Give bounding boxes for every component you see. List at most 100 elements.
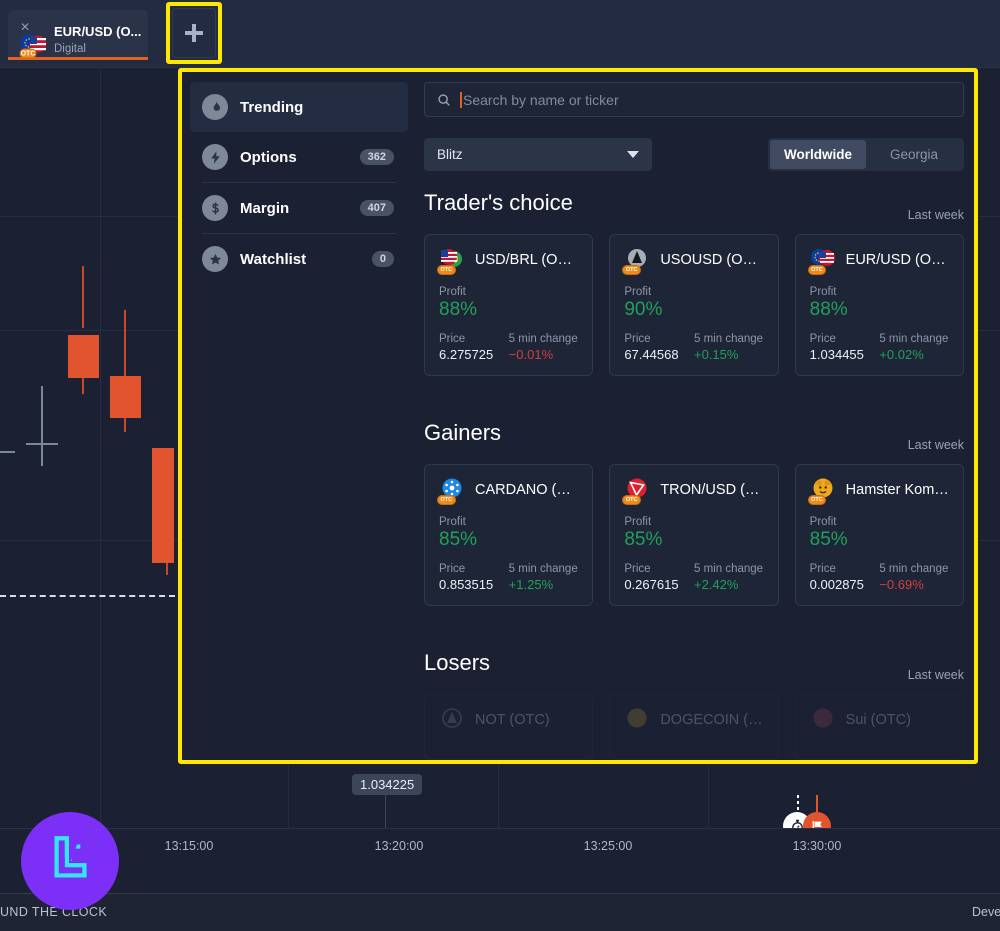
sidebar-item-label: Trending <box>240 98 304 116</box>
usousd-otc-icon: OTC <box>622 247 650 275</box>
otc-badge: OTC <box>622 495 641 505</box>
card-header: DOGECOIN (O... <box>624 707 764 733</box>
change-value: +2.42% <box>694 577 739 592</box>
change-value: −0.69% <box>879 577 924 592</box>
asset-card[interactable]: OTC USD/BRL (OTC) Profit 88% Price 6.275… <box>424 234 594 376</box>
price-column: Price 0.002875 <box>810 563 880 592</box>
time-label: 13:30:00 <box>792 839 842 853</box>
change-value: −0.01% <box>508 347 554 362</box>
card-header: OTC CARDANO (OTC) <box>437 477 578 505</box>
price-column: Price 6.275725 <box>439 333 509 362</box>
price-value: 6.275725 <box>439 347 494 362</box>
sidebar-item-options[interactable]: Options 362 <box>190 132 408 182</box>
sidebar-item-margin[interactable]: Margin 407 <box>190 183 408 233</box>
candle-wick <box>124 418 126 432</box>
region-toggle[interactable]: Worldwide Georgia <box>768 138 964 171</box>
profit-value: 85% <box>624 529 663 550</box>
asset-tab-title: EUR/USD (O... <box>54 24 142 39</box>
not-otc-icon <box>439 707 465 733</box>
card-list: NOT (OTC) DOGECOIN (O... Sui (OTC) <box>424 694 964 760</box>
change-column: 5 min change +1.25% <box>509 563 579 592</box>
card-footer: Price 1.034455 5 min change +0.02% <box>810 333 949 362</box>
search-input[interactable]: Search by name or ticker <box>424 82 964 117</box>
close-icon[interactable]: ✕ <box>19 21 31 33</box>
asset-name: USOUSD (OTC) <box>660 252 764 268</box>
asset-card[interactable]: DOGECOIN (O... <box>609 694 779 760</box>
section-period: Last week <box>907 668 964 682</box>
price-label: Price <box>624 333 651 345</box>
price-label: Price <box>439 333 466 345</box>
search-placeholder: Search by name or ticker <box>463 91 619 108</box>
eur-usd-otc-icon: OTC <box>807 247 836 275</box>
price-column: Price 1.034455 <box>810 333 880 362</box>
asset-tab[interactable]: ✕ OTC EUR/USD (O... Digital <box>8 10 148 60</box>
asset-tab-text: EUR/USD (O... Digital <box>54 24 146 57</box>
price-value: 1.034455 <box>809 347 864 362</box>
section-header: Gainers Last week <box>424 420 964 454</box>
card-footer: Price 0.267615 5 min change +2.42% <box>624 563 763 592</box>
change-label: 5 min change <box>879 563 949 575</box>
profit-label: Profit <box>624 286 652 298</box>
change-label: 5 min change <box>508 333 578 345</box>
profit-label: Profit <box>809 516 837 528</box>
otc-badge: OTC <box>437 265 456 275</box>
hamster-kombat-otc-icon: OTC <box>807 477 836 505</box>
card-list: OTC USD/BRL (OTC) Profit 88% Price 6.275… <box>424 234 964 376</box>
change-value: +0.02% <box>879 347 924 362</box>
region-option-georgia[interactable]: Georgia <box>866 140 962 169</box>
price-marker-left <box>0 451 15 453</box>
crosshair-vertical <box>41 386 43 466</box>
asset-name: TRON/USD (O... <box>660 482 764 498</box>
eurusd-otc-flag-icon: OTC <box>18 34 48 60</box>
sidebar-item-watchlist[interactable]: Watchlist 0 <box>190 234 408 284</box>
candle-body <box>110 376 141 418</box>
card-footer: Price 6.275725 5 min change −0.01% <box>439 333 578 362</box>
asset-card[interactable]: OTC CARDANO (OTC) Profit 85% Price 0.853… <box>424 464 594 606</box>
sidebar-item-trending[interactable]: Trending <box>190 82 408 132</box>
asset-card[interactable]: OTC USOUSD (OTC) Profit 90% Price 67.445… <box>609 234 779 376</box>
card-footer: Price 67.44568 5 min change +0.15% <box>624 333 763 362</box>
change-column: 5 min change −0.69% <box>879 563 949 592</box>
asset-card[interactable]: OTC TRON/USD (O... Profit 85% Price 0.26… <box>609 464 779 606</box>
change-column: 5 min change +0.15% <box>694 333 764 362</box>
price-column: Price 67.44568 <box>624 333 694 362</box>
candle-wick <box>82 266 84 328</box>
section-losers: Losers Last week NOT (OTC) DOGECOIN (O..… <box>424 650 964 760</box>
asset-card[interactable]: OTC Hamster Komb... Profit 85% Price 0.0… <box>794 464 964 606</box>
asset-card[interactable]: Sui (OTC) <box>794 694 964 760</box>
otc-badge: OTC <box>622 265 641 275</box>
footer-right-text: Devel <box>972 905 1000 919</box>
card-header: NOT (OTC) <box>439 707 578 733</box>
asset-selection-panel[interactable]: Trending Options 362 Margin 407 Watchlis… <box>182 72 974 760</box>
add-tab-button[interactable] <box>172 8 216 58</box>
card-header: OTC Hamster Komb... <box>807 477 949 505</box>
asset-name: NOT (OTC) <box>475 712 550 728</box>
usd-brl-otc-icon: OTC <box>437 247 465 275</box>
price-column: Price 0.267615 <box>624 563 694 592</box>
sidebar-badge: 362 <box>359 149 394 165</box>
svg-text:OTC: OTC <box>21 51 36 58</box>
asset-card[interactable]: NOT (OTC) <box>424 694 594 760</box>
candle-wick <box>124 310 126 376</box>
panel-sidebar: Trending Options 362 Margin 407 Watchlis… <box>190 82 408 284</box>
instrument-type-select[interactable]: Blitz <box>424 138 652 171</box>
profit-value: 88% <box>809 299 848 320</box>
sidebar-badge: 0 <box>371 251 394 267</box>
time-label: 13:20:00 <box>374 839 424 853</box>
change-column: 5 min change +2.42% <box>694 563 764 592</box>
price-value: 0.853515 <box>439 577 494 592</box>
price-value: 0.002875 <box>809 577 864 592</box>
cardano-otc-icon: OTC <box>437 477 465 505</box>
region-option-worldwide[interactable]: Worldwide <box>770 140 866 169</box>
section-header: Losers Last week <box>424 650 964 684</box>
sidebar-item-label: Watchlist <box>240 250 307 268</box>
sui-otc-icon <box>810 707 836 733</box>
otc-badge: OTC <box>437 495 456 505</box>
asset-card[interactable]: OTC EUR/USD (OTC) Profit 88% Price 1.034… <box>794 234 964 376</box>
candle-body <box>68 335 99 378</box>
profit-label: Profit <box>809 286 837 298</box>
section-header: Trader's choice Last week <box>424 190 964 224</box>
price-column: Price 0.853515 <box>439 563 509 592</box>
section-title: Trader's choice <box>424 190 573 215</box>
time-label: 13:25:00 <box>583 839 633 853</box>
